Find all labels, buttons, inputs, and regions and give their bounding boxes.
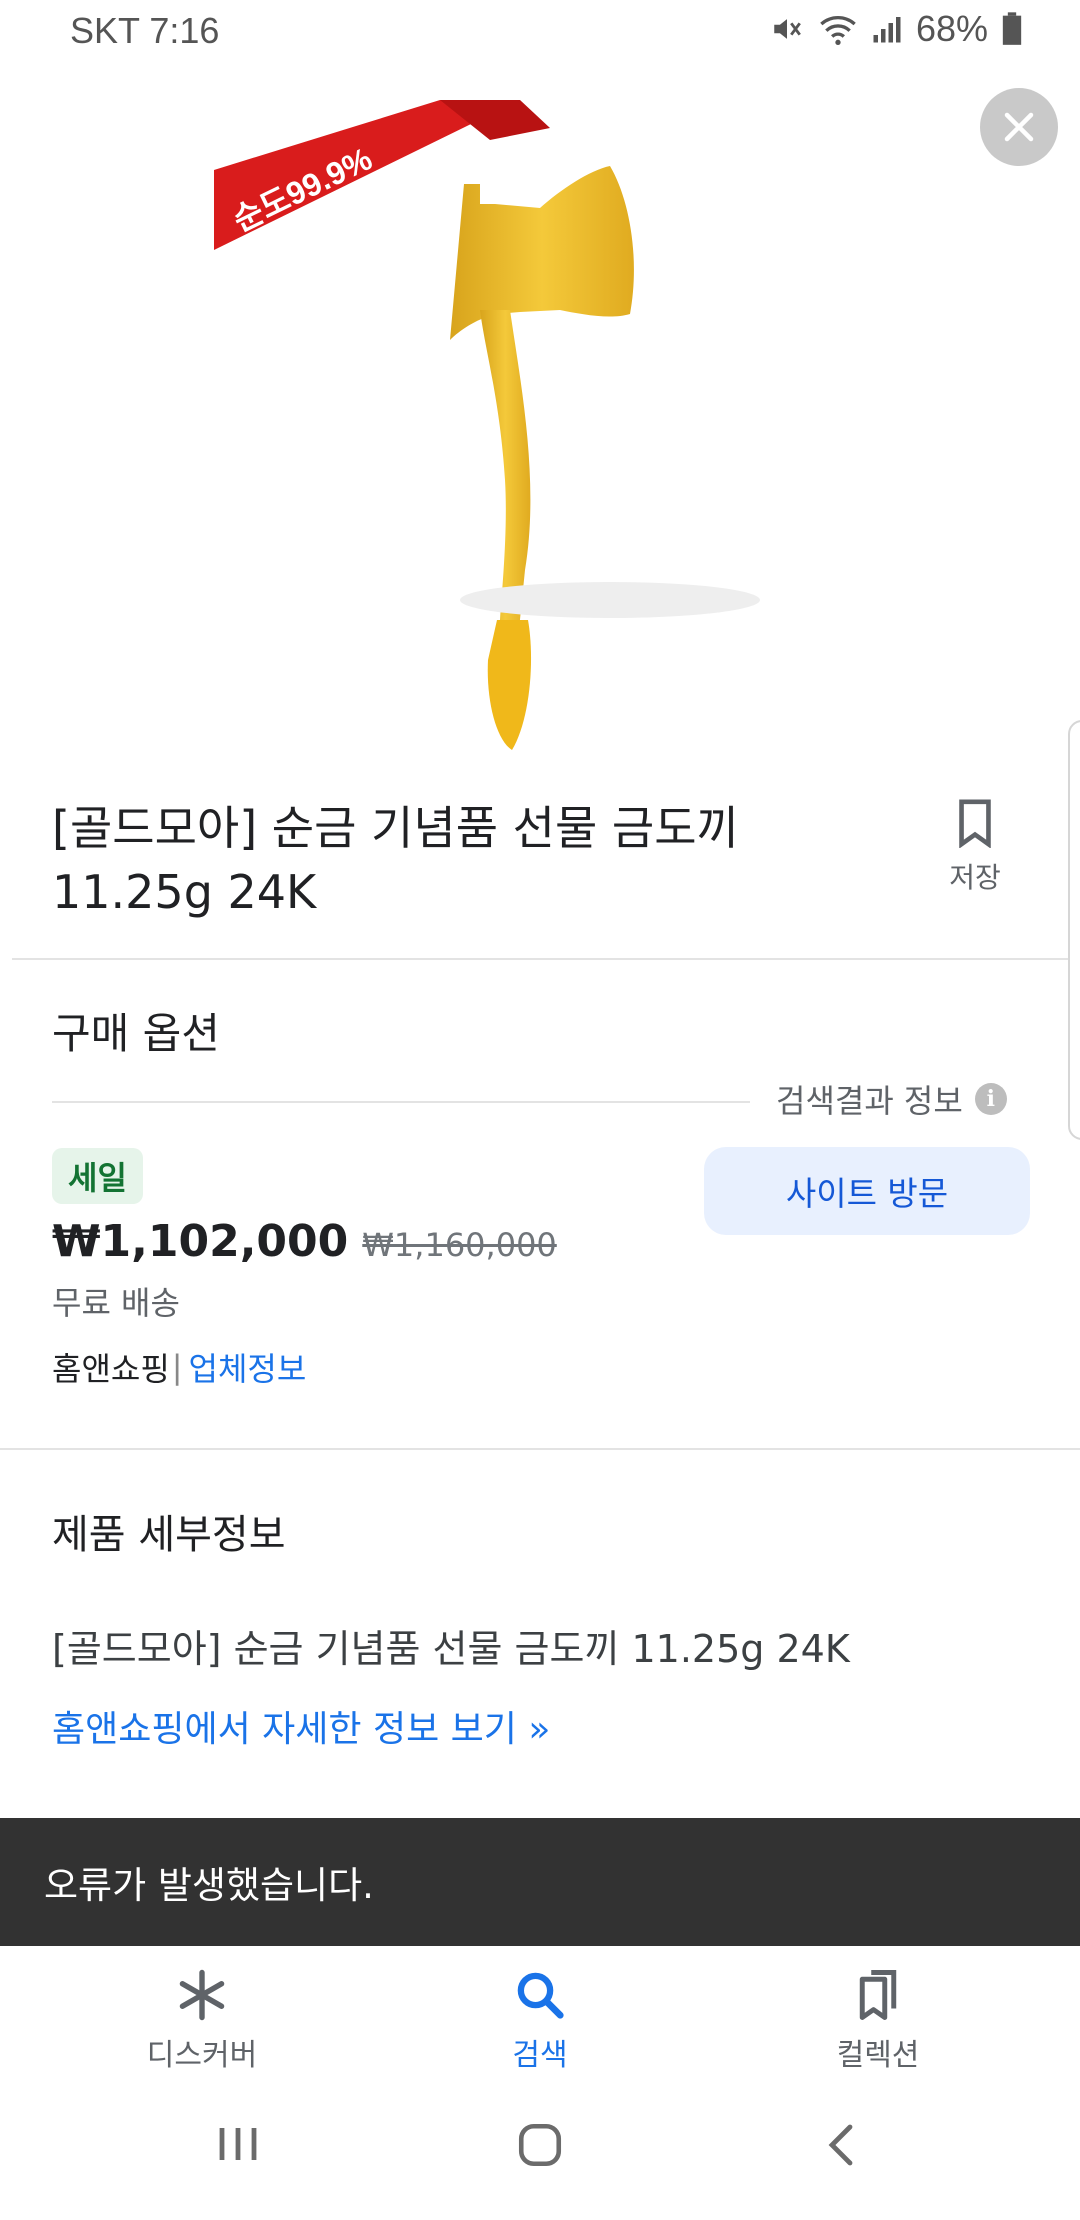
bottom-nav: 디스커버 검색 컬렉션 [0,1946,1080,2080]
status-icons: 68% [770,8,1022,50]
save-label: 저장 [949,861,1001,894]
system-nav-bar [0,2080,1080,2220]
close-icon [1004,112,1034,142]
sale-badge: 세일 [52,1148,143,1204]
home-button[interactable] [515,2120,565,2170]
info-icon: i [974,1083,1007,1115]
current-price: ₩1,102,000 [52,1216,349,1267]
search-info-button[interactable]: 검색결과 정보 i [776,1076,1007,1122]
signal-icon [873,17,901,43]
nav-search-label: 검색 [512,2038,568,2073]
close-button[interactable] [980,88,1058,166]
product-title-row: [골드모아] 순금 기념품 선물 금도끼 11.25g 24K 저장 [0,790,1080,960]
nav-search[interactable]: 검색 [420,1968,660,2074]
save-button[interactable]: 저장 [920,798,1030,908]
divider [12,958,1068,960]
status-bar: SKT 7:16 68% [0,0,1080,64]
collections-icon [859,1970,897,2020]
search-icon [517,1972,564,2019]
battery-percent: 68% [915,8,988,49]
original-price: ₩1,160,000 [362,1226,557,1264]
nav-discover[interactable]: 디스커버 [82,1968,322,2074]
home-icon [518,2123,562,2167]
asterisk-icon [179,1969,225,2021]
seller-row: 홈앤쇼핑 | 업체정보 [52,1344,306,1390]
seller-info-link[interactable]: 업체정보 [189,1344,307,1390]
divider [0,1448,1080,1450]
product-details-heading: 제품 세부정보 [52,1512,286,1558]
shipping-info: 무료 배송 [52,1284,180,1322]
battery-icon [1002,12,1022,45]
seller-name: 홈앤쇼핑 [52,1350,170,1388]
carrier-time: SKT 7:16 [70,10,220,51]
purchase-options-heading: 구매 옵션 [52,1009,220,1058]
product-details-text: [골드모아] 순금 기념품 선물 금도끼 11.25g 24K [52,1627,850,1671]
visit-site-button[interactable]: 사이트 방문 [704,1147,1030,1235]
recent-apps-button[interactable] [212,2120,264,2168]
price-row: ₩1,102,000 ₩1,160,000 [52,1216,557,1267]
back-icon [828,2124,853,2166]
product-image: 순도99.9% [214,100,760,750]
more-details-link[interactable]: 홈앤쇼핑에서 자세한 정보 보기 » [52,1700,550,1752]
wifi-icon [820,16,856,45]
search-info-label: 검색결과 정보 [776,1082,963,1120]
bookmark-icon [959,799,991,848]
seller-separator: | [171,1348,183,1386]
divider [52,1101,750,1103]
nav-collections-label: 컬렉션 [836,2038,920,2073]
error-snackbar: 오류가 발생했습니다. [0,1818,1080,1946]
mute-icon [774,19,801,39]
nav-discover-label: 디스커버 [146,2038,258,2073]
product-title: [골드모아] 순금 기념품 선물 금도끼 11.25g 24K [52,801,739,919]
back-button[interactable] [822,2120,862,2170]
nav-collections[interactable]: 컬렉션 [758,1968,998,2074]
snackbar-message: 오류가 발생했습니다. [44,1864,374,1907]
recent-apps-icon [219,2128,257,2160]
